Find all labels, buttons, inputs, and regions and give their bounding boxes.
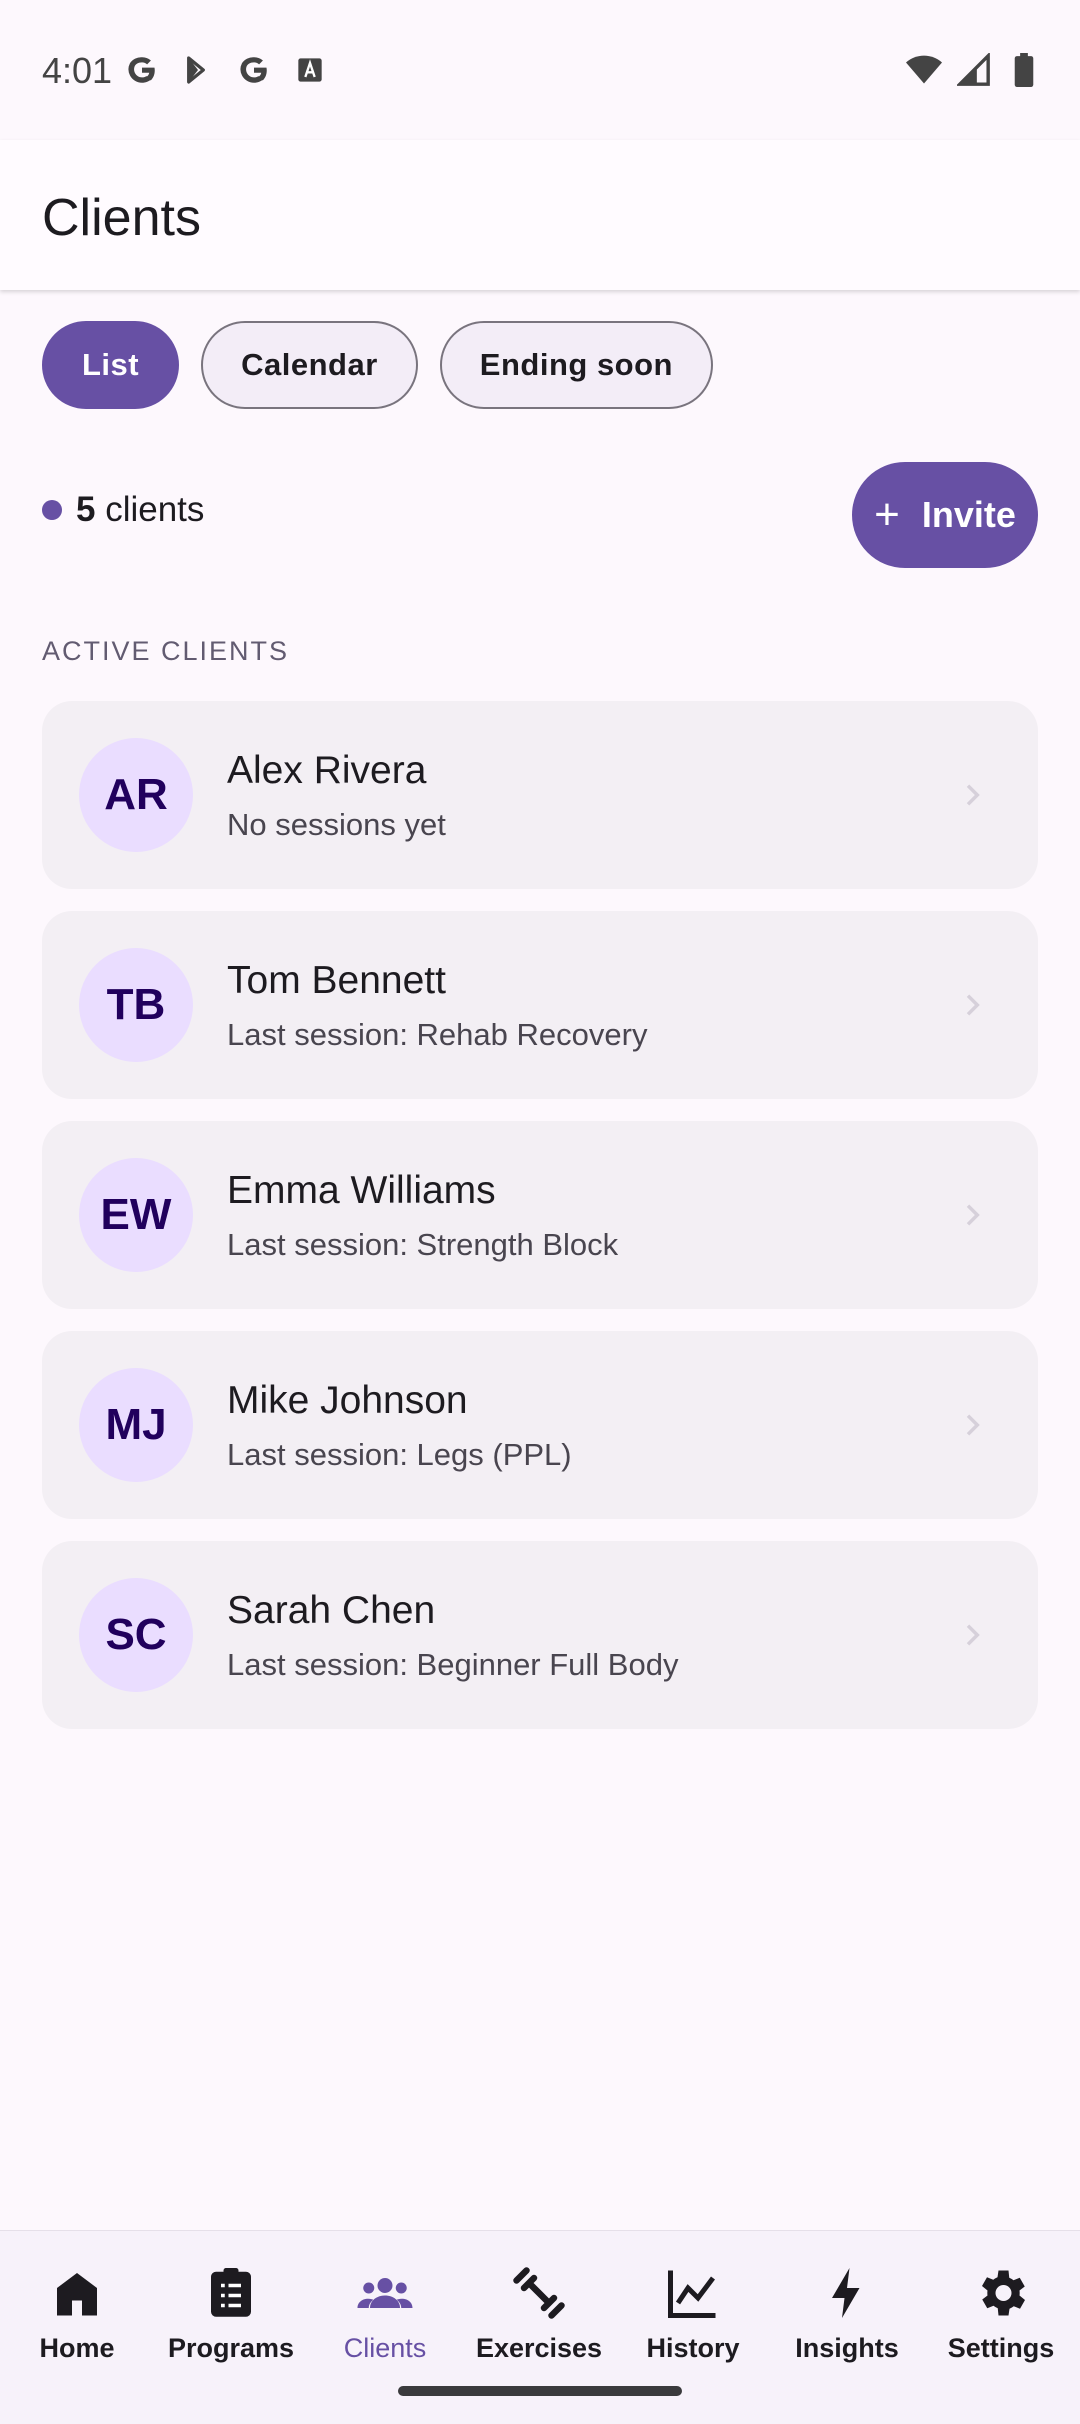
nav-exercises[interactable]: Exercises <box>462 2249 616 2379</box>
client-count: 5 clients <box>42 490 204 530</box>
section-label-active-clients: ACTIVE CLIENTS <box>42 636 290 666</box>
view-filter-chips: List Calendar Ending soon <box>42 321 713 409</box>
status-time: 4:01 <box>42 50 113 91</box>
client-last-session: Last session: Strength Block <box>227 1227 619 1262</box>
client-list: AR Alex Rivera No sessions yet TB Tom Be… <box>42 701 1038 1751</box>
dumbbell-icon <box>513 2267 565 2319</box>
chip-ending-soon[interactable]: Ending soon <box>439 321 713 409</box>
status-dot <box>42 500 62 520</box>
chevron-right-icon <box>966 1624 980 1646</box>
client-card[interactable]: MJ Mike Johnson Last session: Legs (PPL) <box>42 1331 1038 1519</box>
nav-label: Insights <box>795 2333 899 2363</box>
invite-label: Invite <box>921 494 1016 535</box>
client-count-suffix: clients <box>95 490 205 529</box>
line-chart-icon <box>668 2270 716 2318</box>
nav-label: Exercises <box>475 2333 603 2363</box>
client-count-number: 5 <box>76 490 96 529</box>
home-icon <box>57 2273 97 2316</box>
avatar: AR <box>79 738 193 852</box>
google-icon <box>236 52 272 88</box>
client-card[interactable]: EW Emma Williams Last session: Strength … <box>42 1121 1038 1309</box>
nav-home[interactable]: Home <box>0 2249 154 2379</box>
nav-label: Clients <box>343 2333 427 2363</box>
nav-clients[interactable]: Clients <box>308 2249 462 2379</box>
avatar: MJ <box>79 1368 193 1482</box>
battery-icon <box>1006 52 1042 88</box>
nav-insights[interactable]: Insights <box>770 2249 924 2379</box>
nav-history[interactable]: History <box>616 2249 770 2379</box>
bolt-icon <box>832 2268 860 2318</box>
chip-calendar[interactable]: Calendar <box>201 321 418 409</box>
signal-icon <box>956 52 992 88</box>
client-card[interactable]: AR Alex Rivera No sessions yet <box>42 701 1038 889</box>
client-last-session: No sessions yet <box>227 807 446 842</box>
client-last-session: Last session: Beginner Full Body <box>227 1647 679 1682</box>
avatar: TB <box>79 948 193 1062</box>
client-card[interactable]: TB Tom Bennett Last session: Rehab Recov… <box>42 911 1038 1099</box>
client-name: Mike Johnson <box>227 1379 468 1422</box>
notification-icons <box>124 52 328 88</box>
client-name: Alex Rivera <box>227 749 427 792</box>
avatar: EW <box>79 1158 193 1272</box>
google-icon <box>124 52 160 88</box>
group-icon <box>357 2278 413 2308</box>
nav-settings[interactable]: Settings <box>924 2249 1078 2379</box>
invite-button[interactable]: + Invite <box>852 462 1038 568</box>
status-bar: 4:01 <box>0 0 1080 140</box>
system-icons <box>906 52 1042 88</box>
home-indicator[interactable] <box>398 2386 682 2396</box>
client-last-session: Last session: Rehab Recovery <box>227 1017 648 1052</box>
client-name: Sarah Chen <box>227 1589 436 1632</box>
chevron-right-icon <box>966 994 980 1016</box>
client-card[interactable]: SC Sarah Chen Last session: Beginner Ful… <box>42 1541 1038 1729</box>
play-store-icon <box>180 52 216 88</box>
nav-programs[interactable]: Programs <box>154 2249 308 2379</box>
wifi-icon <box>906 52 942 88</box>
chevron-right-icon <box>966 784 980 806</box>
chevron-right-icon <box>966 1204 980 1226</box>
client-name: Tom Bennett <box>227 959 446 1002</box>
top-app-bar: Clients <box>0 140 1080 290</box>
page-title: Clients <box>42 189 201 247</box>
gear-icon <box>982 2270 1025 2316</box>
client-name: Emma Williams <box>227 1169 496 1212</box>
client-last-session: Last session: Legs (PPL) <box>227 1437 572 1472</box>
clipboard-icon <box>211 2268 251 2317</box>
nav-label: Settings <box>947 2333 1055 2363</box>
chevron-right-icon <box>966 1414 980 1436</box>
client-count-text: 5 clients <box>76 490 204 530</box>
nav-label: History <box>646 2333 740 2363</box>
plus-icon: + <box>874 490 900 539</box>
avatar: SC <box>79 1578 193 1692</box>
nav-label: Home <box>39 2333 115 2363</box>
nav-label: Programs <box>167 2333 295 2363</box>
chip-list[interactable]: List <box>42 321 180 409</box>
font-icon <box>292 52 328 88</box>
